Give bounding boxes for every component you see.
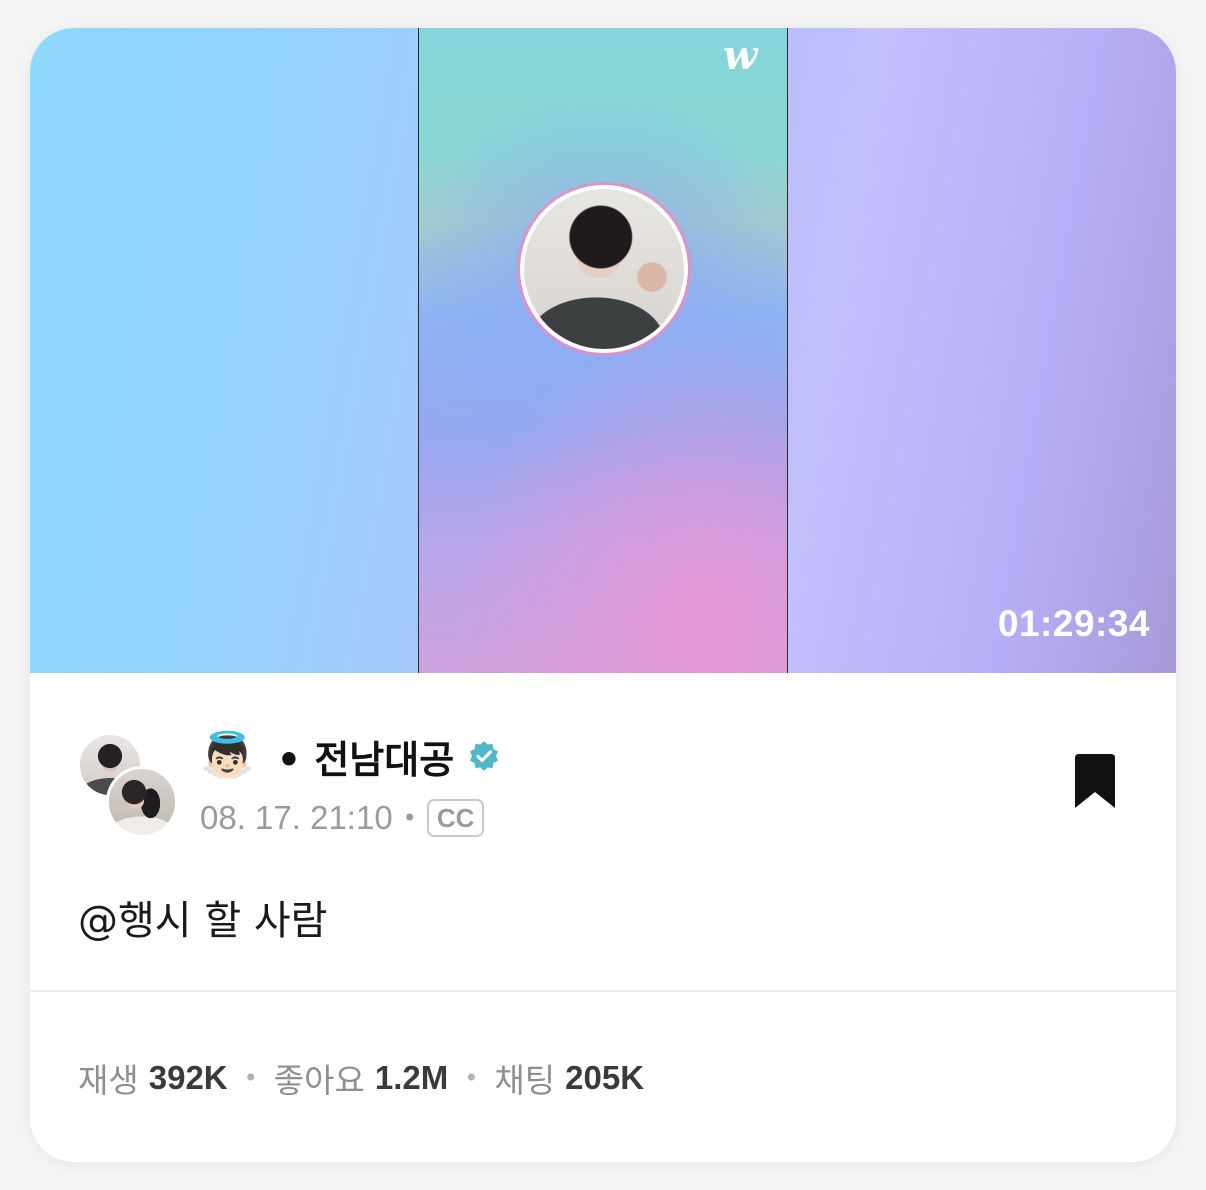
stat-separator: • (464, 1064, 479, 1092)
participant-avatars[interactable] (77, 732, 178, 838)
bookmark-icon[interactable] (1070, 752, 1120, 812)
weverse-logo: w (723, 32, 758, 79)
video-thumbnail[interactable]: w 01:29:34 (30, 28, 1176, 673)
author-row: 👼🏻 • 전남대공 (200, 728, 500, 784)
post-meta: 08. 17. 21:10 • CC (200, 796, 485, 840)
video-frame: w (418, 28, 788, 673)
stat-separator: • (243, 1064, 258, 1092)
live-host-avatar (520, 185, 688, 353)
plays-count: 392K (148, 1059, 228, 1096)
video-duration: 01:29:34 (997, 603, 1150, 644)
post-date: 08. 17. 21:10 (200, 799, 393, 836)
avatar (106, 766, 178, 838)
angel-emoji: 👼🏻 (200, 730, 255, 781)
divider (30, 990, 1176, 992)
cc-badge: CC (426, 799, 485, 837)
chats-label: 채팅 (494, 1061, 556, 1100)
plays-label: 재생 (78, 1061, 139, 1100)
chats-count: 205K (565, 1059, 645, 1096)
likes-label: 좋아요 (273, 1061, 365, 1100)
post-caption: @행시 할 사람 (78, 898, 328, 944)
meta-separator: • (402, 804, 417, 832)
live-video-card[interactable]: w 01:29:34 👼🏻 • 전남대공 08. 17. 21:10 • CC … (30, 28, 1176, 1162)
author-name[interactable]: • 전남대공 (277, 729, 454, 784)
host-photo (524, 189, 684, 349)
likes-count: 1.2M (374, 1059, 449, 1096)
stats-row: 재생 392K • 좋아요 1.2M • 채팅 205K (78, 1054, 644, 1102)
verified-badge-icon (470, 741, 499, 771)
